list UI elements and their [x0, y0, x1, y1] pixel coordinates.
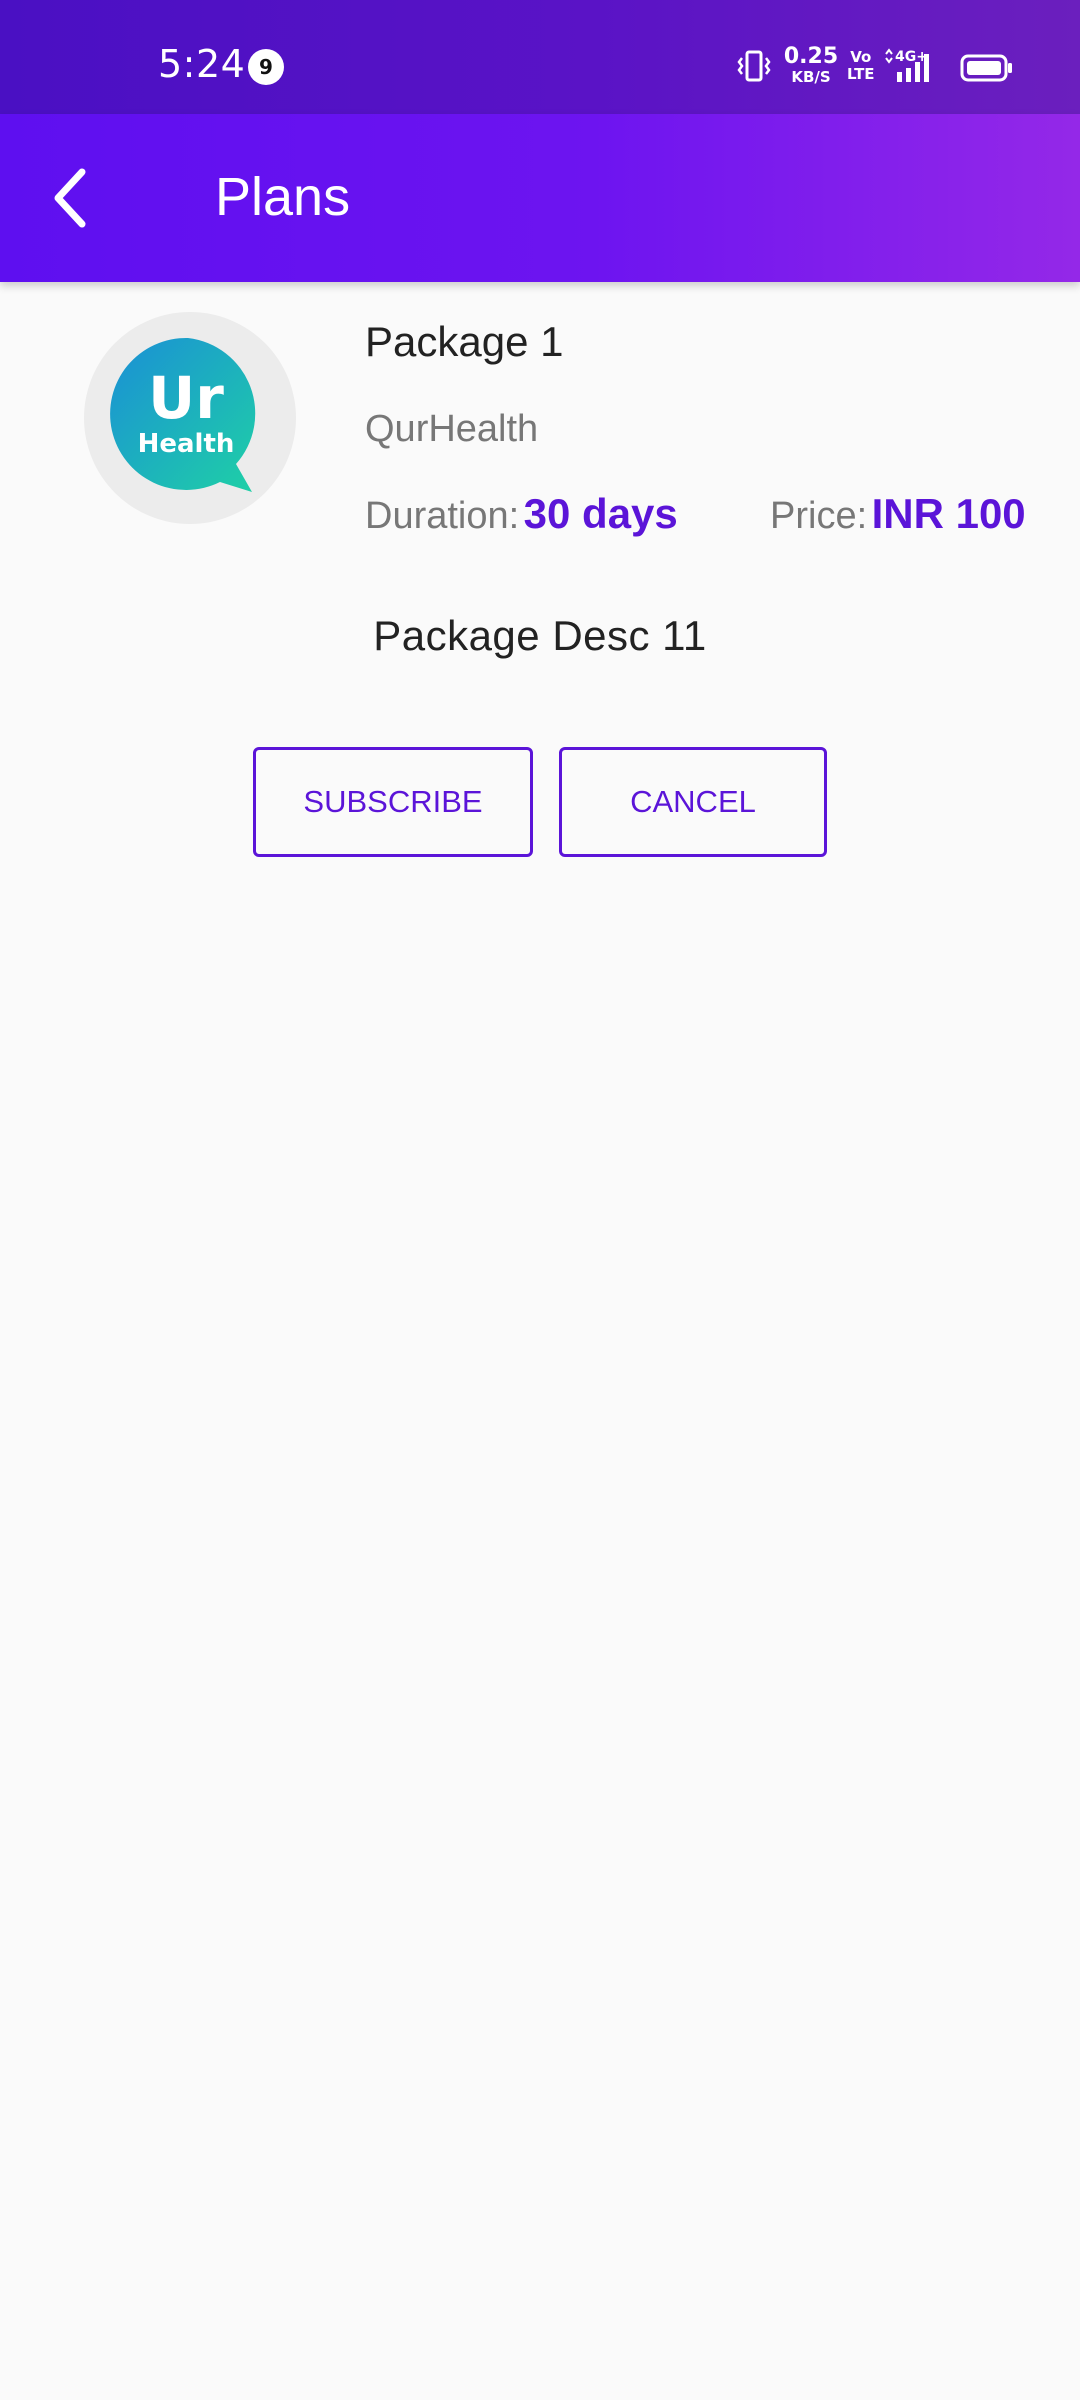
duration-label: Duration: [365, 495, 520, 537]
package-provider: QurHealth [365, 408, 539, 450]
price-label: Price: [770, 495, 868, 537]
notification-count-badge: 9 [248, 49, 284, 85]
volte-indicator: Vo LTE [847, 49, 875, 83]
page-title: Plans [215, 167, 351, 227]
package-duration: Duration: 30 days [365, 490, 678, 538]
network-type: 4G+ [895, 49, 928, 65]
network-speed: 0.25 KB/S [783, 46, 839, 85]
status-time: 5:24 [158, 42, 246, 86]
network-speed-value: 0.25 [783, 44, 839, 69]
qurhealth-logo: Ur Health [110, 337, 256, 492]
subscribe-button[interactable]: SUBSCRIBE [253, 747, 533, 857]
volte-bottom: LTE [847, 65, 875, 83]
vibrate-icon [737, 50, 771, 86]
package-price: Price: INR 100 [770, 490, 1026, 538]
network-speed-unit: KB/S [791, 68, 831, 86]
package-name: Package 1 [365, 318, 564, 365]
chevron-left-icon [54, 168, 86, 228]
back-button[interactable] [30, 158, 110, 238]
logo-text-bottom: Health [138, 429, 235, 459]
battery-icon [960, 54, 1014, 86]
duration-value: 30 days [523, 490, 678, 537]
app-bar: Plans [0, 114, 1080, 282]
volte-top: Vo [850, 48, 872, 66]
signal-icon: 4G+ [883, 48, 937, 88]
cancel-button[interactable]: CANCEL [559, 747, 827, 857]
status-bar: 5:24 9 0.25 KB/S Vo LTE 4G+ [0, 0, 1080, 114]
logo-text-top: Ur [148, 364, 224, 432]
package-description: Package Desc 11 [373, 612, 707, 659]
price-value: INR 100 [871, 490, 1026, 537]
